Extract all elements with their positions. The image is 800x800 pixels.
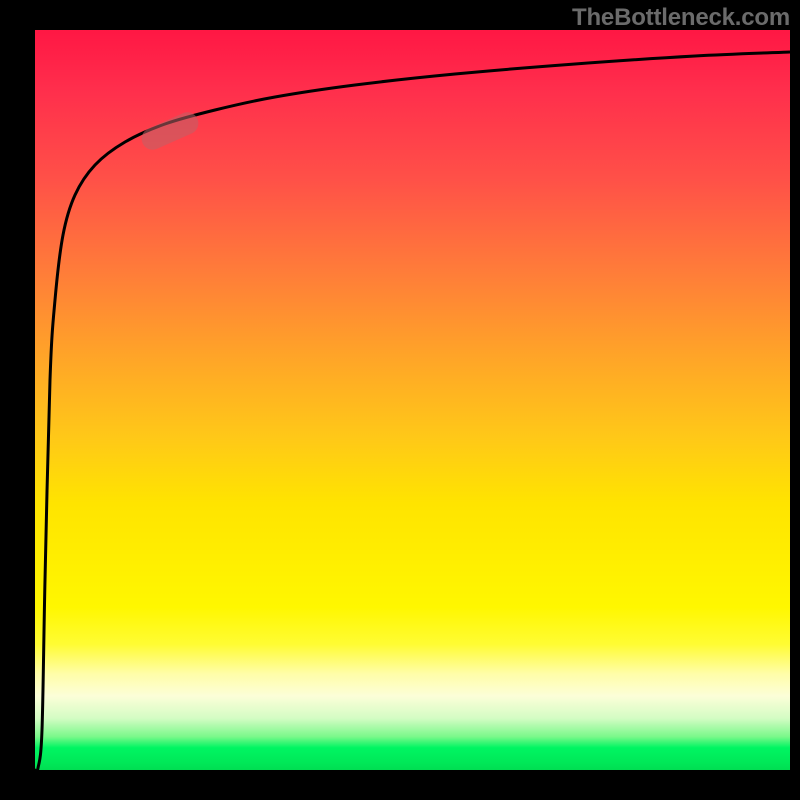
plot-area [35,30,790,770]
curve-line [35,52,790,770]
highlight-marker [138,109,202,154]
curve-svg [35,30,790,770]
attribution-text: TheBottleneck.com [572,4,790,32]
chart-container: TheBottleneck.com [0,0,800,800]
